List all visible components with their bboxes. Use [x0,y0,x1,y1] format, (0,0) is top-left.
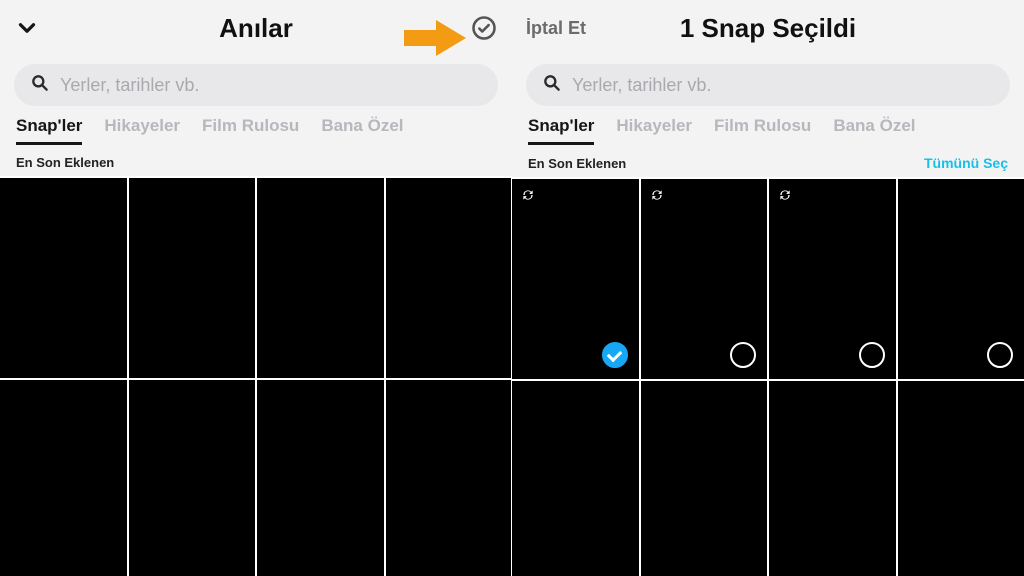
tab-snaps[interactable]: Snap'ler [528,116,594,145]
snap-tile[interactable] [512,381,639,576]
search-placeholder: Yerler, tarihler vb. [60,75,199,96]
tab-stories[interactable]: Hikayeler [104,116,180,142]
sync-icon [521,188,535,207]
snap-tile[interactable] [386,380,513,576]
select-all-button[interactable]: Tümünü Seç [924,155,1008,171]
search-placeholder: Yerler, tarihler vb. [572,75,711,96]
tab-my-eyes-only[interactable]: Bana Özel [833,116,915,142]
memories-pane: Anılar Yerler, tarihler vb. Snap'ler Hik… [0,0,512,576]
tab-bar: Snap'ler Hikayeler Film Rulosu Bana Özel [512,116,1024,145]
search-input[interactable]: Yerler, tarihler vb. [526,64,1010,106]
top-bar: İptal Et 1 Snap Seçildi [512,0,1024,56]
snap-tile[interactable] [641,179,768,379]
snap-tile[interactable] [129,178,256,378]
tab-snaps[interactable]: Snap'ler [16,116,82,145]
snap-tile[interactable] [641,381,768,576]
search-icon [30,73,50,98]
cancel-button[interactable]: İptal Et [526,18,586,39]
snap-tile[interactable] [0,380,127,576]
selection-circle-icon[interactable] [730,342,756,368]
tab-camera-roll[interactable]: Film Rulosu [202,116,299,142]
page-title: Anılar [94,13,418,44]
tab-camera-roll[interactable]: Film Rulosu [714,116,811,142]
snap-tile[interactable] [769,381,896,576]
tab-my-eyes-only[interactable]: Bana Özel [321,116,403,142]
sync-icon [650,188,664,207]
top-bar: Anılar [0,0,512,56]
snap-tile[interactable] [898,381,1024,576]
snap-tile[interactable] [769,179,896,379]
snap-grid [0,176,512,576]
snap-tile[interactable] [898,179,1024,379]
search-input[interactable]: Yerler, tarihler vb. [14,64,498,106]
snap-grid [512,177,1024,576]
selection-check-icon[interactable] [602,342,628,368]
snap-tile[interactable] [129,380,256,576]
section-header: En Son Eklenen [0,145,512,176]
snap-tile[interactable] [386,178,513,378]
snap-tile[interactable] [257,178,384,378]
search-icon [542,73,562,98]
selection-circle-icon[interactable] [859,342,885,368]
section-label: En Son Eklenen [16,155,114,170]
section-header: En Son Eklenen Tümünü Seç [512,145,1024,177]
tab-stories[interactable]: Hikayeler [616,116,692,142]
snap-tile[interactable] [512,179,639,379]
tab-bar: Snap'ler Hikayeler Film Rulosu Bana Özel [0,116,512,145]
selection-pane: İptal Et 1 Snap Seçildi Yerler, tarihler… [512,0,1024,576]
page-title: 1 Snap Seçildi [606,13,930,44]
snap-tile[interactable] [257,380,384,576]
selection-circle-icon[interactable] [987,342,1013,368]
chevron-down-icon[interactable] [14,15,40,41]
snap-tile[interactable] [0,178,127,378]
select-mode-icon[interactable] [470,14,498,42]
sync-icon [778,188,792,207]
section-label: En Son Eklenen [528,156,626,171]
